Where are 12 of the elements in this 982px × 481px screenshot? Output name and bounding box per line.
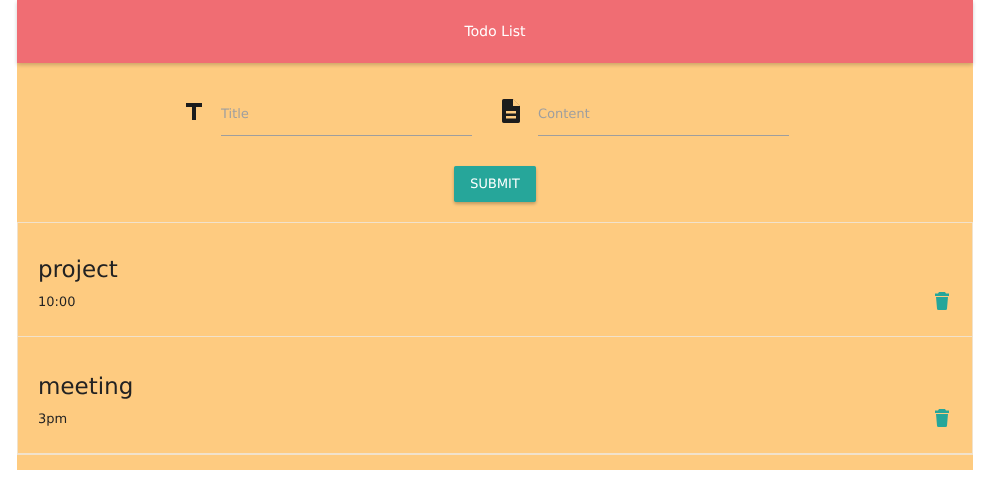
document-icon xyxy=(502,98,520,122)
text-icon xyxy=(185,102,203,120)
submit-button[interactable]: SUBMIT xyxy=(454,166,536,202)
todo-title: project xyxy=(38,257,118,283)
app-title: Todo List xyxy=(464,24,526,40)
todo-title: meeting xyxy=(38,374,134,400)
todo-content: 3pm xyxy=(38,412,68,427)
text-field[interactable]: Content xyxy=(538,99,789,136)
trash-icon[interactable] xyxy=(935,409,949,427)
trash-icon[interactable] xyxy=(935,292,949,310)
text-field[interactable]: Title xyxy=(221,99,472,136)
todo-content: 10:00 xyxy=(38,295,76,310)
